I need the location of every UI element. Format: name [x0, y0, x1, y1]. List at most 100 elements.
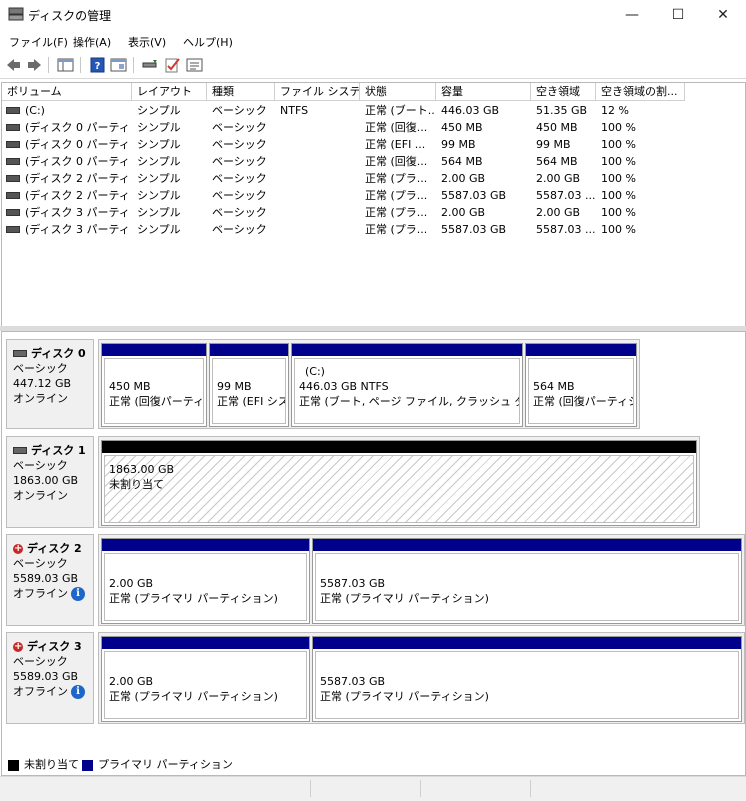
partition-primary-small[interactable]: 2.00 GB 正常 (プライマリ パーティション)	[101, 636, 310, 722]
table-cell: 450 MB	[441, 121, 483, 134]
partition-primary-large[interactable]: 5587.03 GB 正常 (プライマリ パーティション)	[312, 636, 742, 722]
disk-2-name: ディスク 2	[27, 542, 82, 555]
table-cell: 正常 (EFI ...	[365, 138, 426, 151]
properties-icon[interactable]	[110, 57, 127, 73]
table-cell	[280, 170, 359, 187]
disk-icon	[13, 350, 27, 357]
table-cell: 5587.03 ...	[536, 223, 595, 236]
info-icon[interactable]: i	[71, 685, 85, 699]
partition-recovery-2[interactable]: 564 MB 正常 (回復パーティション)	[525, 343, 637, 427]
partition-size: 450 MB	[109, 380, 151, 393]
legend-label: 未割り当て	[24, 758, 79, 771]
column-header-volume[interactable]: ボリューム	[2, 83, 132, 101]
menu-view[interactable]: 表示(V)	[128, 34, 166, 50]
partition-recovery-1[interactable]: 450 MB 正常 (回復パーティション)	[101, 343, 207, 427]
back-arrow-icon[interactable]	[5, 57, 22, 73]
minimize-button[interactable]: —	[609, 0, 655, 30]
partition-unallocated[interactable]: 1863.00 GB 未割り当て	[101, 440, 697, 526]
table-cell: 2.00 GB	[441, 206, 486, 219]
window-title: ディスクの管理	[28, 9, 112, 23]
partition-state: 正常 (回復パーティション)	[109, 395, 204, 408]
disk-1-name: ディスク 1	[31, 444, 86, 457]
disk-management-app-icon	[8, 7, 24, 21]
volume-name: (ディスク 3 パーティシ...	[25, 223, 130, 236]
partition-primary-small[interactable]: 2.00 GB 正常 (プライマリ パーティション)	[101, 538, 310, 624]
table-cell: 450 MB	[536, 121, 578, 134]
table-row[interactable]: (ディスク 0 パーティシ... シンプル ベーシック 正常 (EFI ... 99 M…	[2, 136, 745, 153]
partition-bar	[292, 344, 522, 356]
table-cell	[280, 119, 359, 136]
forward-arrow-icon[interactable]	[26, 57, 43, 73]
table-row[interactable]: (ディスク 3 パーティシ... シンプル ベーシック 正常 (プラ... 2.00 G…	[2, 204, 745, 221]
table-cell: 100 %	[601, 206, 636, 219]
partition-c-drive[interactable]: (C:) 446.03 GB NTFS 正常 (ブート, ページ ファイル, クラッ…	[291, 343, 523, 427]
table-cell: ベーシック	[212, 223, 267, 236]
disk-3-info[interactable]: ディスク 3 ベーシック 5589.03 GB オフラインi	[6, 632, 94, 724]
maximize-button[interactable]: ☐	[655, 0, 701, 30]
settings-icon[interactable]	[186, 57, 203, 73]
column-header-layout[interactable]: レイアウト	[132, 83, 207, 101]
help-icon[interactable]: ?	[89, 57, 106, 73]
table-cell: ベーシック	[212, 172, 267, 185]
table-cell	[280, 204, 359, 221]
table-cell	[280, 153, 359, 170]
partition-bar	[102, 539, 309, 551]
table-cell: 100 %	[601, 155, 636, 168]
volume-list[interactable]: ボリューム レイアウト 種類 ファイル システム 状態 容量 空き領域 空き領域…	[1, 82, 746, 328]
partition-efi[interactable]: 99 MB 正常 (EFI システム パーティション)	[209, 343, 289, 427]
menu-action[interactable]: 操作(A)	[73, 34, 111, 50]
disk-2-info[interactable]: ディスク 2 ベーシック 5589.03 GB オフラインi	[6, 534, 94, 626]
disk-0-type: ベーシック	[13, 362, 68, 375]
status-segment	[310, 780, 421, 797]
table-cell: ベーシック	[212, 104, 267, 117]
check-icon[interactable]	[164, 57, 181, 73]
partition-bar	[102, 441, 696, 453]
disk-3-type: ベーシック	[13, 655, 68, 668]
column-header-percent-free[interactable]: 空き領域の割...	[596, 83, 685, 101]
table-cell: 5587.03 GB	[441, 189, 507, 202]
table-cell: 5587.03 GB	[441, 223, 507, 236]
volume-icon	[6, 174, 20, 182]
volume-icon	[6, 208, 20, 216]
partition-state: 正常 (プライマリ パーティション)	[320, 690, 489, 703]
partition-state: 正常 (プライマリ パーティション)	[320, 592, 489, 605]
partition-bar	[313, 637, 741, 649]
volume-name: (ディスク 0 パーティシ...	[25, 121, 130, 134]
partition-state: 正常 (EFI システム パーティション)	[217, 395, 285, 408]
volume-name: (ディスク 2 パーティシ...	[25, 172, 130, 185]
partition-primary-large[interactable]: 5587.03 GB 正常 (プライマリ パーティション)	[312, 538, 742, 624]
column-header-type[interactable]: 種類	[207, 83, 275, 101]
connect-icon[interactable]	[141, 57, 158, 73]
column-header-status[interactable]: 状態	[360, 83, 436, 101]
disk-0-info[interactable]: ディスク 0 ベーシック 447.12 GB オンライン	[6, 339, 94, 429]
column-header-filesystem[interactable]: ファイル システム	[275, 83, 360, 101]
table-cell: 5587.03 ...	[536, 189, 595, 202]
menu-help[interactable]: ヘルプ(H)	[183, 34, 233, 50]
table-row[interactable]: (ディスク 3 パーティシ... シンプル ベーシック 正常 (プラ... 5587.0…	[2, 221, 745, 238]
table-cell	[280, 187, 359, 204]
table-row[interactable]: (ディスク 2 パーティシ... シンプル ベーシック 正常 (プラ... 2.00 G…	[2, 170, 745, 187]
column-header-capacity[interactable]: 容量	[436, 83, 531, 101]
legend-swatch-primary	[82, 759, 93, 771]
console-tree-icon[interactable]	[57, 57, 74, 73]
table-cell: 100 %	[601, 121, 636, 134]
info-icon[interactable]: i	[71, 587, 85, 601]
partition-state: 正常 (プライマリ パーティション)	[109, 690, 278, 703]
table-row[interactable]: (ディスク 0 パーティシ... シンプル ベーシック 正常 (回復... 450 MB…	[2, 119, 745, 136]
disk-1-info[interactable]: ディスク 1 ベーシック 1863.00 GB オンライン	[6, 436, 94, 528]
table-cell: シンプル	[137, 223, 181, 236]
menu-file[interactable]: ファイル(F)	[9, 34, 68, 50]
table-row[interactable]: (ディスク 0 パーティシ... シンプル ベーシック 正常 (回復... 564 MB…	[2, 153, 745, 170]
volume-icon	[6, 123, 20, 131]
table-cell: 2.00 GB	[536, 172, 581, 185]
table-row[interactable]: (ディスク 2 パーティシ... シンプル ベーシック 正常 (プラ... 5587.0…	[2, 187, 745, 204]
table-cell: 2.00 GB	[441, 172, 486, 185]
column-header-free-space[interactable]: 空き領域	[531, 83, 596, 101]
close-button[interactable]: ✕	[700, 0, 746, 30]
table-cell: シンプル	[137, 155, 181, 168]
table-cell: NTFS	[280, 104, 309, 117]
table-row[interactable]: (C:) シンプル ベーシック NTFS 正常 (ブート... 446.03 GB 51.3…	[2, 102, 745, 119]
table-cell: 正常 (プラ...	[365, 223, 428, 236]
partition-state: 正常 (回復パーティション)	[533, 395, 633, 408]
table-cell: 正常 (プラ...	[365, 172, 428, 185]
